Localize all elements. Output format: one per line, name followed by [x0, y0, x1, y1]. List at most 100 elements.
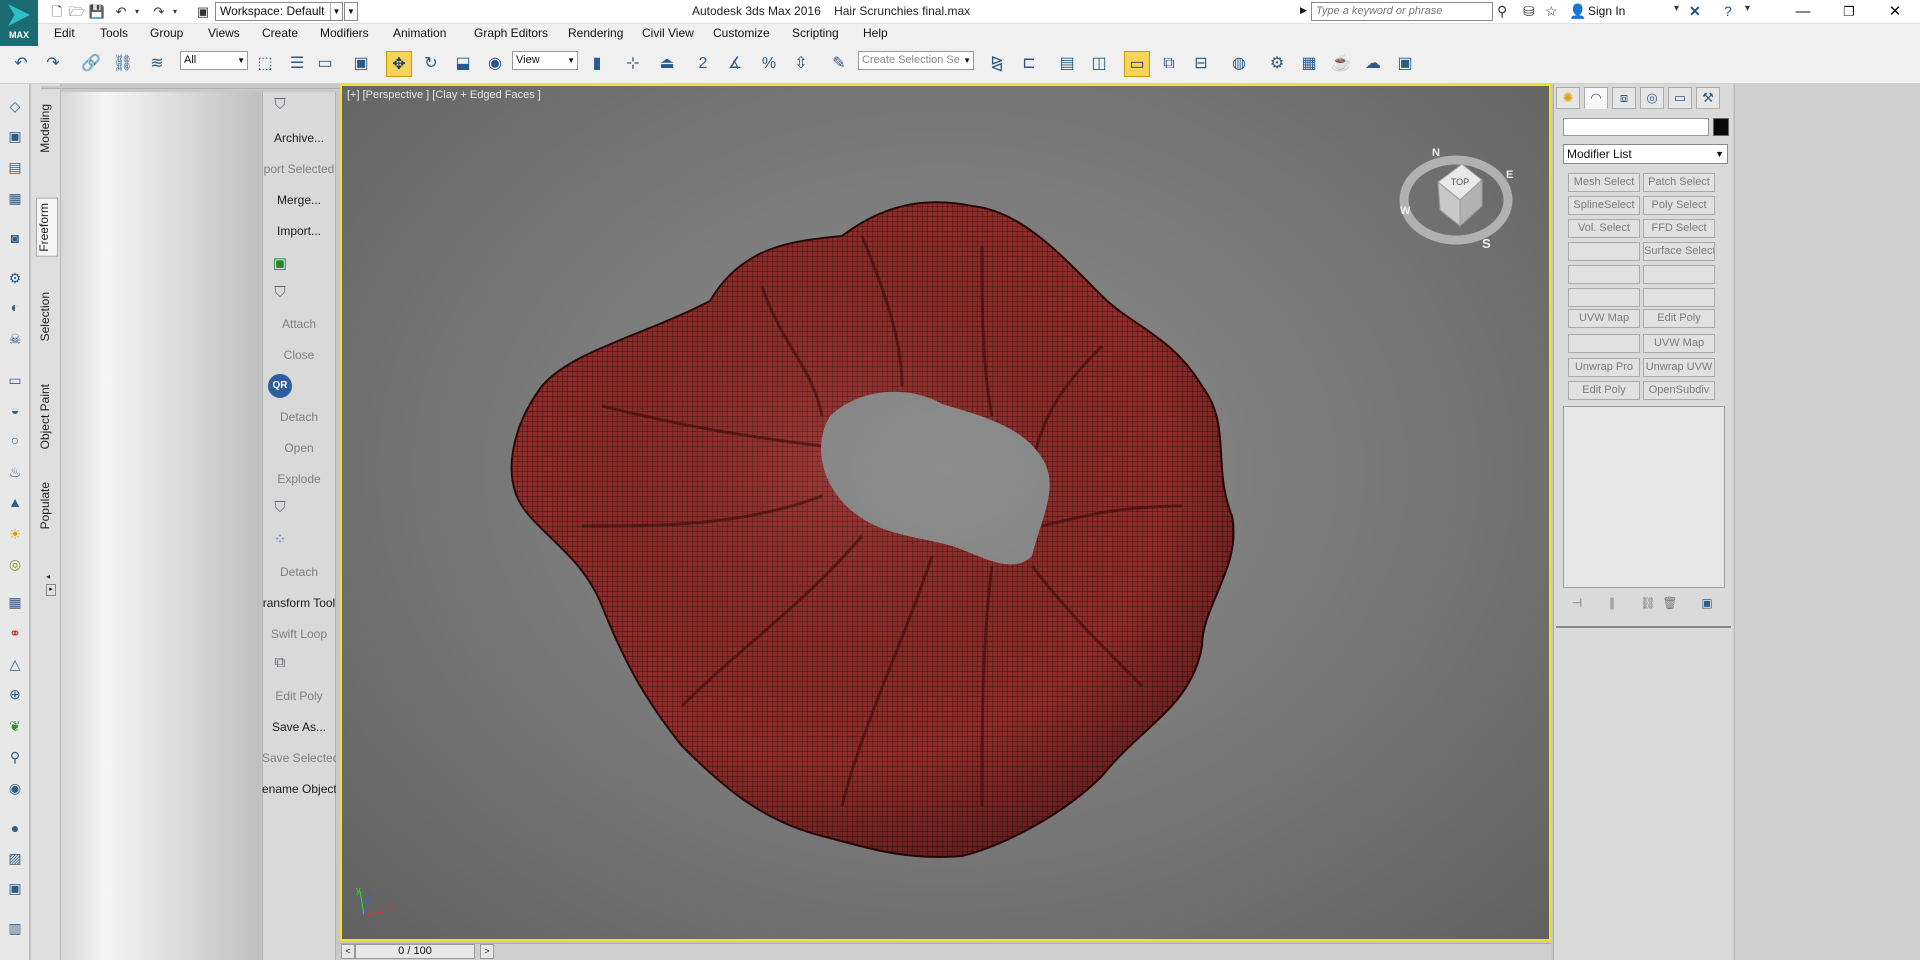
- modifier-button-spline-select[interactable]: SplineSelect: [1568, 196, 1640, 215]
- selection-filter-dropdown[interactable]: All ▼: [180, 51, 248, 70]
- time-slider[interactable]: 0 / 100: [355, 944, 475, 959]
- minimize-icon[interactable]: —: [1780, 0, 1826, 24]
- molecule-icon[interactable]: ⚭: [4, 623, 26, 643]
- transform-tool-button[interactable]: ransform Tool: [262, 596, 336, 610]
- unlink-icon[interactable]: ⛓: [110, 51, 136, 77]
- sun-light-icon[interactable]: ☀: [4, 524, 26, 544]
- time-slider-track[interactable]: [340, 943, 1551, 960]
- camera-icon[interactable]: ◙: [4, 228, 26, 248]
- tab-freeform[interactable]: Freeform: [36, 198, 58, 257]
- ribbon-collapse-icon[interactable]: ◂: [46, 572, 50, 581]
- pivot-point-center-icon[interactable]: ▮: [584, 51, 610, 77]
- select-and-rotate-icon[interactable]: ↻: [418, 51, 444, 77]
- object-name-field[interactable]: [1563, 118, 1709, 136]
- ribbon-expand-icon[interactable]: ▸: [46, 584, 56, 596]
- select-and-scale-icon[interactable]: ⬓: [450, 51, 476, 77]
- project-folder-icon[interactable]: ▣: [194, 3, 212, 20]
- cone-icon[interactable]: ▲: [4, 492, 26, 512]
- named-selection-set-dropdown[interactable]: Create Selection Se ▼: [858, 51, 974, 70]
- box-primitive-icon[interactable]: ▭: [4, 370, 26, 390]
- walking-figure-icon[interactable]: ⚲: [4, 747, 26, 767]
- archive-button[interactable]: Archive...: [262, 131, 336, 145]
- material-editor-icon[interactable]: ◍: [1226, 51, 1252, 77]
- modifier-list-dropdown[interactable]: Modifier List ▼: [1563, 144, 1728, 164]
- modifier-button-unwrap-uvw[interactable]: Unwrap UVW: [1643, 358, 1715, 377]
- sphere-icon[interactable]: ●: [4, 818, 26, 838]
- particles-icon[interactable]: ⁘: [268, 530, 292, 552]
- redo-dropdown-icon[interactable]: ▾: [166, 3, 184, 20]
- subscription-icon[interactable]: ⛁: [1523, 3, 1535, 20]
- close-icon[interactable]: ✕: [1872, 0, 1918, 24]
- modifier-button-patch-select[interactable]: Patch Select: [1643, 173, 1715, 192]
- modify-tab-icon[interactable]: ◠: [1584, 87, 1608, 109]
- bind-to-space-warp-icon[interactable]: ≋: [144, 51, 170, 77]
- edit-poly-button[interactable]: Edit Poly: [262, 689, 336, 703]
- select-object-icon[interactable]: ⬚: [252, 51, 278, 77]
- display-tab-icon[interactable]: ▭: [1668, 87, 1692, 109]
- curve-editor-icon[interactable]: ⧉: [1156, 51, 1182, 77]
- motion-tab-icon[interactable]: ◎: [1640, 87, 1664, 109]
- render-setup-icon[interactable]: ⚙: [1264, 51, 1290, 77]
- perspective-viewport[interactable]: [340, 84, 1551, 941]
- import-button[interactable]: Import...: [262, 224, 336, 238]
- close-button[interactable]: Close: [262, 348, 336, 362]
- favorite-star-icon[interactable]: ☆: [1545, 3, 1558, 20]
- menu-create[interactable]: Create: [262, 26, 298, 40]
- make-unique-icon[interactable]: ⛓: [1638, 596, 1658, 612]
- modifier-button-opensubdiv[interactable]: OpenSubdiv: [1643, 381, 1715, 400]
- new-file-icon[interactable]: 🗋: [48, 3, 66, 20]
- time-next-icon[interactable]: >: [480, 944, 494, 959]
- modifier-button-empty-2[interactable]: [1568, 265, 1640, 284]
- search-input[interactable]: Type a keyword or phrase: [1311, 2, 1493, 21]
- menu-scripting[interactable]: Scripting: [792, 26, 839, 40]
- exchange-apps-icon[interactable]: ✕: [1689, 3, 1701, 20]
- foliage-icon[interactable]: ❦: [4, 716, 26, 736]
- workspace-menu-button[interactable]: ▼: [344, 2, 358, 21]
- sign-in-dropdown-icon[interactable]: ▾: [1674, 3, 1679, 14]
- workspace-dropdown[interactable]: Workspace: Default ▼: [215, 2, 343, 21]
- menu-civil-view[interactable]: Civil View: [642, 26, 694, 40]
- a360-gallery-icon[interactable]: ▣: [1392, 51, 1418, 77]
- modifier-button-empty-3[interactable]: [1643, 265, 1715, 284]
- panel-icon[interactable]: ▥: [4, 918, 26, 938]
- align-icon[interactable]: ⊏: [1016, 51, 1042, 77]
- sphere-gizmo-icon[interactable]: ⊕: [4, 684, 26, 704]
- undo-dropdown-icon[interactable]: ▾: [128, 3, 146, 20]
- modifier-button-mesh-select[interactable]: Mesh Select: [1568, 173, 1640, 192]
- app-logo[interactable]: MAX: [0, 0, 38, 48]
- modifier-button-surface-select[interactable]: Surface Select: [1643, 242, 1715, 261]
- help-dropdown-icon[interactable]: ▾: [1745, 3, 1750, 14]
- window-crossing-icon[interactable]: ▣: [348, 51, 374, 77]
- gear-icon[interactable]: ⚙: [4, 268, 26, 288]
- open-button[interactable]: Open: [262, 441, 336, 455]
- pin-stack-icon[interactable]: ⊣: [1567, 596, 1587, 612]
- show-end-result-icon[interactable]: ∥: [1602, 596, 1622, 612]
- menu-views[interactable]: Views: [208, 26, 240, 40]
- detach-button[interactable]: Detach: [262, 410, 336, 424]
- explode-button[interactable]: Explode: [262, 472, 336, 486]
- modifier-button-empty-1[interactable]: [1568, 242, 1640, 261]
- save-selected-button[interactable]: Save Selected: [262, 751, 336, 765]
- modifier-button-vol-select[interactable]: Vol. Select: [1568, 219, 1640, 238]
- keyboard-shortcut-override-icon[interactable]: ⏏: [654, 51, 680, 77]
- tab-object-paint[interactable]: Object Paint: [38, 384, 52, 449]
- select-and-place-icon[interactable]: ◉: [482, 51, 508, 77]
- menu-rendering[interactable]: Rendering: [568, 26, 623, 40]
- help-icon[interactable]: ?: [1724, 3, 1732, 19]
- modifier-button-uvw-map[interactable]: UVW Map: [1568, 309, 1640, 328]
- modifier-button-edit-poly[interactable]: Edit Poly: [1643, 309, 1715, 328]
- toggle-layer-explorer-icon[interactable]: ◫: [1086, 51, 1112, 77]
- layer-explorer-icon[interactable]: ▦: [4, 188, 26, 208]
- select-manipulate-icon[interactable]: ⊹: [620, 51, 646, 77]
- redo-icon[interactable]: ↷: [40, 51, 66, 77]
- modifier-stack-list[interactable]: [1563, 406, 1725, 588]
- edit-named-selection-icon[interactable]: ✎: [826, 51, 852, 77]
- render-production-icon[interactable]: ☕: [1328, 51, 1354, 77]
- time-prev-icon[interactable]: <: [341, 944, 355, 959]
- restore-icon[interactable]: ❐: [1826, 0, 1872, 24]
- snaps-toggle-icon[interactable]: 2: [690, 51, 716, 77]
- menu-edit[interactable]: Edit: [54, 26, 75, 40]
- viewcube[interactable]: TOP N E S W: [1398, 142, 1516, 252]
- select-and-link-icon[interactable]: 🔗: [78, 51, 104, 77]
- mirror-icon[interactable]: ⧎: [984, 51, 1010, 77]
